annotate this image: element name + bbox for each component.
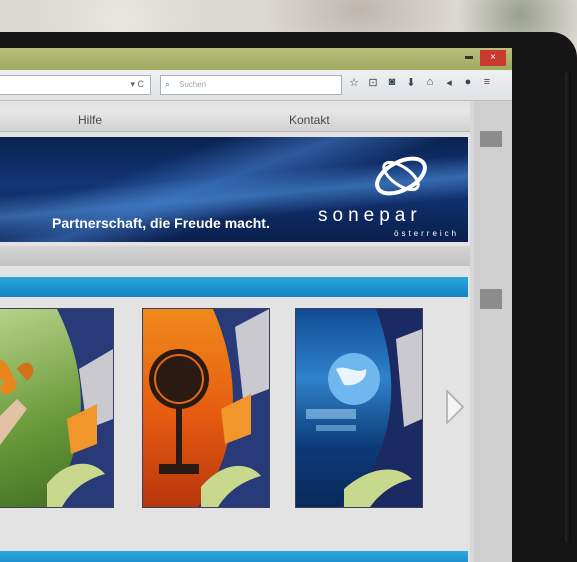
top-navigation: Hilfe Kontakt: [0, 109, 470, 132]
page-scrollbar-column[interactable]: [474, 101, 512, 562]
toolbar-icons: ☆ ⊡ ◙ ⬇ ⌂ ◂ ● ≡: [348, 76, 493, 92]
minimize-button[interactable]: [465, 56, 473, 59]
carousel-slide-nature[interactable]: [0, 308, 114, 508]
globe-image: [306, 309, 422, 507]
butterfly-image: [0, 309, 113, 507]
home-icon[interactable]: ⌂: [424, 76, 436, 92]
close-button[interactable]: ×: [480, 50, 506, 66]
chat-icon[interactable]: ●: [462, 76, 474, 92]
lock-icon[interactable]: ⊡: [367, 76, 379, 92]
browser-title-bar: ×: [0, 48, 512, 70]
brand-subtitle: österreich: [394, 229, 460, 238]
menu-icon[interactable]: ≡: [481, 76, 493, 92]
web-page: Hilfe Kontakt Partnerschaft, die Freude …: [0, 101, 470, 562]
section-header-bar: [0, 277, 468, 297]
scrollbar-thumb-top[interactable]: [480, 131, 502, 147]
nav-item-kontakt[interactable]: Kontakt: [289, 113, 330, 127]
carousel-next-icon[interactable]: [443, 389, 467, 425]
browser-toolbar: ▾ C ⌕ Suchen ☆ ⊡ ◙ ⬇ ⌂ ◂ ● ≡: [0, 70, 512, 101]
banner-tagline: Partnerschaft, die Freude macht.: [52, 215, 270, 231]
carousel-slide-fan[interactable]: [142, 308, 270, 508]
shield-icon[interactable]: ◙: [386, 76, 398, 92]
search-icon: ⌕: [165, 79, 171, 89]
fan-image: [149, 309, 269, 507]
sonepar-logo-icon: [375, 156, 427, 196]
nav-item-hilfe[interactable]: Hilfe: [78, 113, 102, 127]
send-icon[interactable]: ◂: [443, 76, 455, 92]
search-input[interactable]: ⌕ Suchen: [160, 75, 342, 95]
brand-name: sonepar: [318, 205, 422, 226]
search-placeholder: Suchen: [179, 80, 207, 89]
carousel-slide-globe[interactable]: [295, 308, 423, 508]
address-bar[interactable]: ▾ C: [0, 75, 151, 95]
footer-section-bar: [0, 551, 468, 562]
reload-icon[interactable]: ▾ C: [130, 79, 144, 90]
separator-band: [0, 246, 470, 266]
monitor-screen: × ▾ C ⌕ Suchen ☆ ⊡ ◙ ⬇ ⌂ ◂ ● ≡ Hilfe Kon…: [0, 48, 512, 562]
star-icon[interactable]: ☆: [348, 76, 360, 92]
scrollbar-thumb-mid[interactable]: [480, 289, 502, 309]
download-icon[interactable]: ⬇: [405, 76, 417, 92]
hero-banner: Partnerschaft, die Freude macht. sonepar…: [0, 137, 468, 242]
